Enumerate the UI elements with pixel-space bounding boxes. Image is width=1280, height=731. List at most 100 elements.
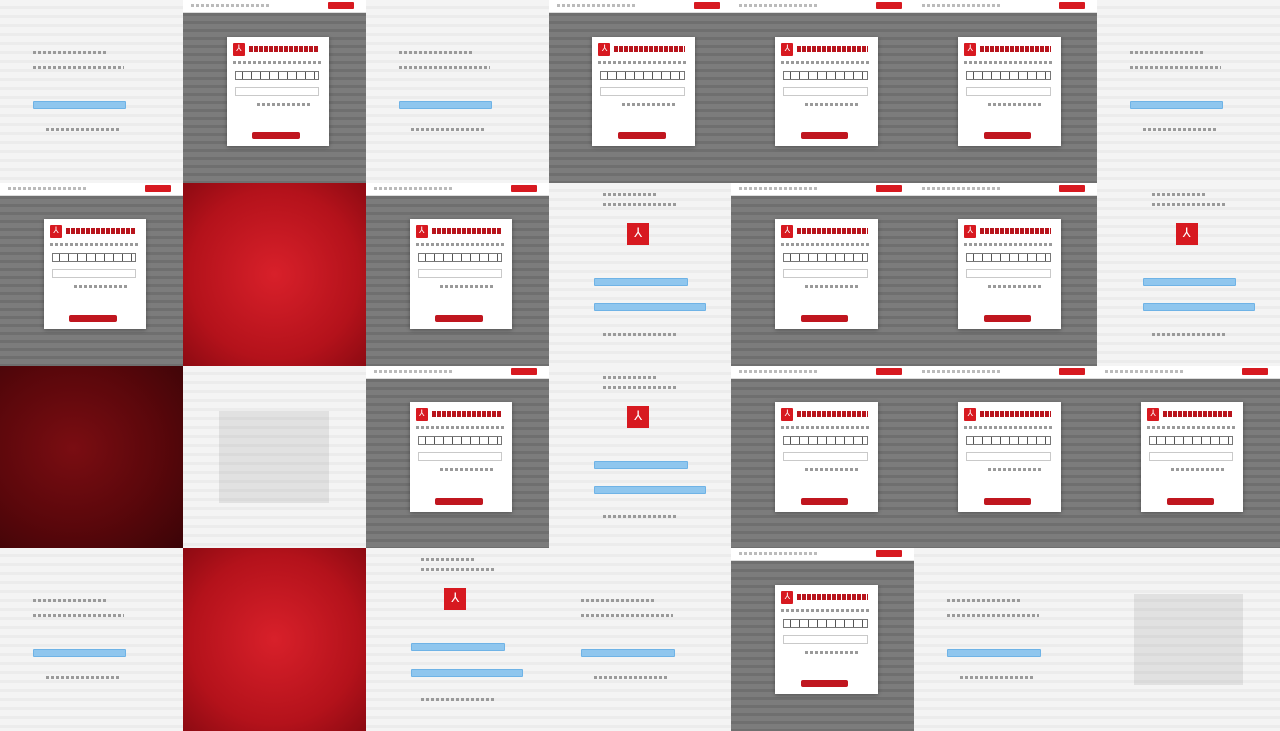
submit-button[interactable] bbox=[800, 680, 849, 688]
code-input-boxes[interactable] bbox=[417, 436, 502, 446]
form-heading bbox=[1163, 411, 1234, 418]
download-form-card: ⅄ bbox=[775, 36, 878, 147]
code-input-boxes[interactable] bbox=[783, 436, 868, 446]
form-description bbox=[781, 60, 870, 64]
text-field[interactable] bbox=[966, 452, 1051, 462]
continue-button[interactable] bbox=[947, 648, 1041, 657]
footer-text bbox=[594, 676, 668, 680]
text-field[interactable] bbox=[417, 269, 502, 279]
top-bar-nav bbox=[739, 186, 820, 190]
sign-in-button[interactable] bbox=[327, 2, 354, 9]
form-note bbox=[805, 650, 861, 654]
pdf-logo-icon: ⅄ bbox=[781, 225, 794, 239]
code-input-boxes[interactable] bbox=[783, 618, 868, 628]
download-button[interactable] bbox=[1142, 303, 1255, 312]
download-button[interactable] bbox=[594, 486, 706, 495]
email-field[interactable] bbox=[594, 277, 688, 286]
sign-in-button[interactable] bbox=[510, 184, 537, 192]
submit-button[interactable] bbox=[983, 314, 1032, 322]
form-description bbox=[1147, 426, 1236, 430]
submit-button[interactable] bbox=[1166, 497, 1215, 505]
top-bar-nav bbox=[739, 4, 820, 7]
text-field[interactable] bbox=[966, 86, 1051, 96]
download-button[interactable] bbox=[594, 303, 706, 312]
text-field[interactable] bbox=[966, 269, 1051, 279]
continue-button[interactable] bbox=[1130, 100, 1224, 109]
code-input-boxes[interactable] bbox=[783, 253, 868, 263]
submit-button[interactable] bbox=[800, 132, 849, 140]
sign-in-button[interactable] bbox=[145, 184, 171, 192]
form-heading bbox=[431, 228, 502, 235]
email-field[interactable] bbox=[411, 643, 505, 652]
continue-button[interactable] bbox=[581, 648, 675, 657]
sign-in-button[interactable] bbox=[876, 367, 903, 375]
text-field[interactable] bbox=[417, 452, 502, 462]
text-field[interactable] bbox=[51, 269, 137, 279]
download-button[interactable] bbox=[411, 668, 524, 677]
code-input-boxes[interactable] bbox=[1149, 436, 1234, 446]
email-field[interactable] bbox=[1142, 277, 1237, 286]
sign-in-button[interactable] bbox=[1059, 2, 1086, 9]
pdf-logo-icon: ⅄ bbox=[781, 590, 794, 604]
submit-button[interactable] bbox=[800, 314, 849, 322]
code-input-boxes[interactable] bbox=[417, 253, 502, 263]
form-heading bbox=[980, 228, 1051, 235]
download-form-card: ⅄ bbox=[409, 402, 512, 512]
code-input-boxes[interactable] bbox=[966, 436, 1051, 446]
top-bar-nav bbox=[922, 4, 1003, 7]
submit-button[interactable] bbox=[800, 497, 849, 505]
sign-in-button[interactable] bbox=[1059, 184, 1086, 192]
form-note bbox=[805, 102, 861, 106]
footer-text bbox=[1142, 127, 1216, 131]
submit-button[interactable] bbox=[435, 314, 483, 322]
form-heading bbox=[947, 599, 1021, 603]
code-input-boxes[interactable] bbox=[234, 70, 320, 80]
text-field[interactable] bbox=[783, 634, 868, 644]
pdf-logo-icon: ⅄ bbox=[415, 408, 428, 422]
form-note bbox=[439, 285, 495, 289]
sign-in-button[interactable] bbox=[510, 367, 537, 375]
browser-top-bar bbox=[365, 182, 549, 196]
sign-in-button[interactable] bbox=[876, 2, 903, 9]
code-input-boxes[interactable] bbox=[51, 253, 137, 263]
sign-in-button[interactable] bbox=[876, 184, 903, 192]
submit-button[interactable] bbox=[618, 132, 666, 140]
code-input-boxes[interactable] bbox=[783, 70, 868, 80]
text-field[interactable] bbox=[783, 86, 868, 96]
sign-in-button[interactable] bbox=[876, 550, 903, 558]
pdf-logo-icon: ⅄ bbox=[964, 225, 977, 239]
screenshot-tile bbox=[914, 548, 1098, 731]
screenshot-tile: ⅄ bbox=[365, 548, 549, 731]
submit-button[interactable] bbox=[435, 497, 483, 505]
form-description bbox=[581, 614, 673, 618]
screenshot-tile: ⅄ bbox=[548, 182, 732, 366]
continue-button[interactable] bbox=[398, 100, 493, 109]
heading-line bbox=[420, 558, 476, 562]
continue-button[interactable] bbox=[32, 100, 127, 109]
sign-in-button[interactable] bbox=[1059, 367, 1086, 375]
code-input-boxes[interactable] bbox=[966, 70, 1051, 80]
browser-top-bar bbox=[548, 0, 732, 13]
submit-button[interactable] bbox=[69, 314, 117, 322]
text-field[interactable] bbox=[1149, 452, 1234, 462]
top-bar-nav bbox=[739, 552, 820, 556]
footer-text bbox=[420, 698, 494, 702]
submit-button[interactable] bbox=[983, 497, 1032, 505]
form-heading bbox=[1130, 51, 1204, 55]
email-field[interactable] bbox=[594, 460, 688, 469]
continue-button[interactable] bbox=[32, 648, 127, 657]
text-field[interactable] bbox=[234, 86, 320, 96]
download-form-card: ⅄ bbox=[592, 36, 695, 147]
sign-in-button[interactable] bbox=[693, 2, 720, 9]
code-input-boxes[interactable] bbox=[600, 70, 685, 80]
submit-button[interactable] bbox=[252, 132, 300, 140]
text-field[interactable] bbox=[783, 269, 868, 279]
top-bar-nav bbox=[8, 186, 88, 190]
code-input-boxes[interactable] bbox=[966, 253, 1051, 263]
form-note bbox=[256, 102, 312, 106]
text-field[interactable] bbox=[783, 452, 868, 462]
submit-button[interactable] bbox=[983, 132, 1032, 140]
browser-top-bar bbox=[365, 365, 549, 379]
sign-in-button[interactable] bbox=[1242, 367, 1269, 375]
text-field[interactable] bbox=[600, 86, 685, 96]
